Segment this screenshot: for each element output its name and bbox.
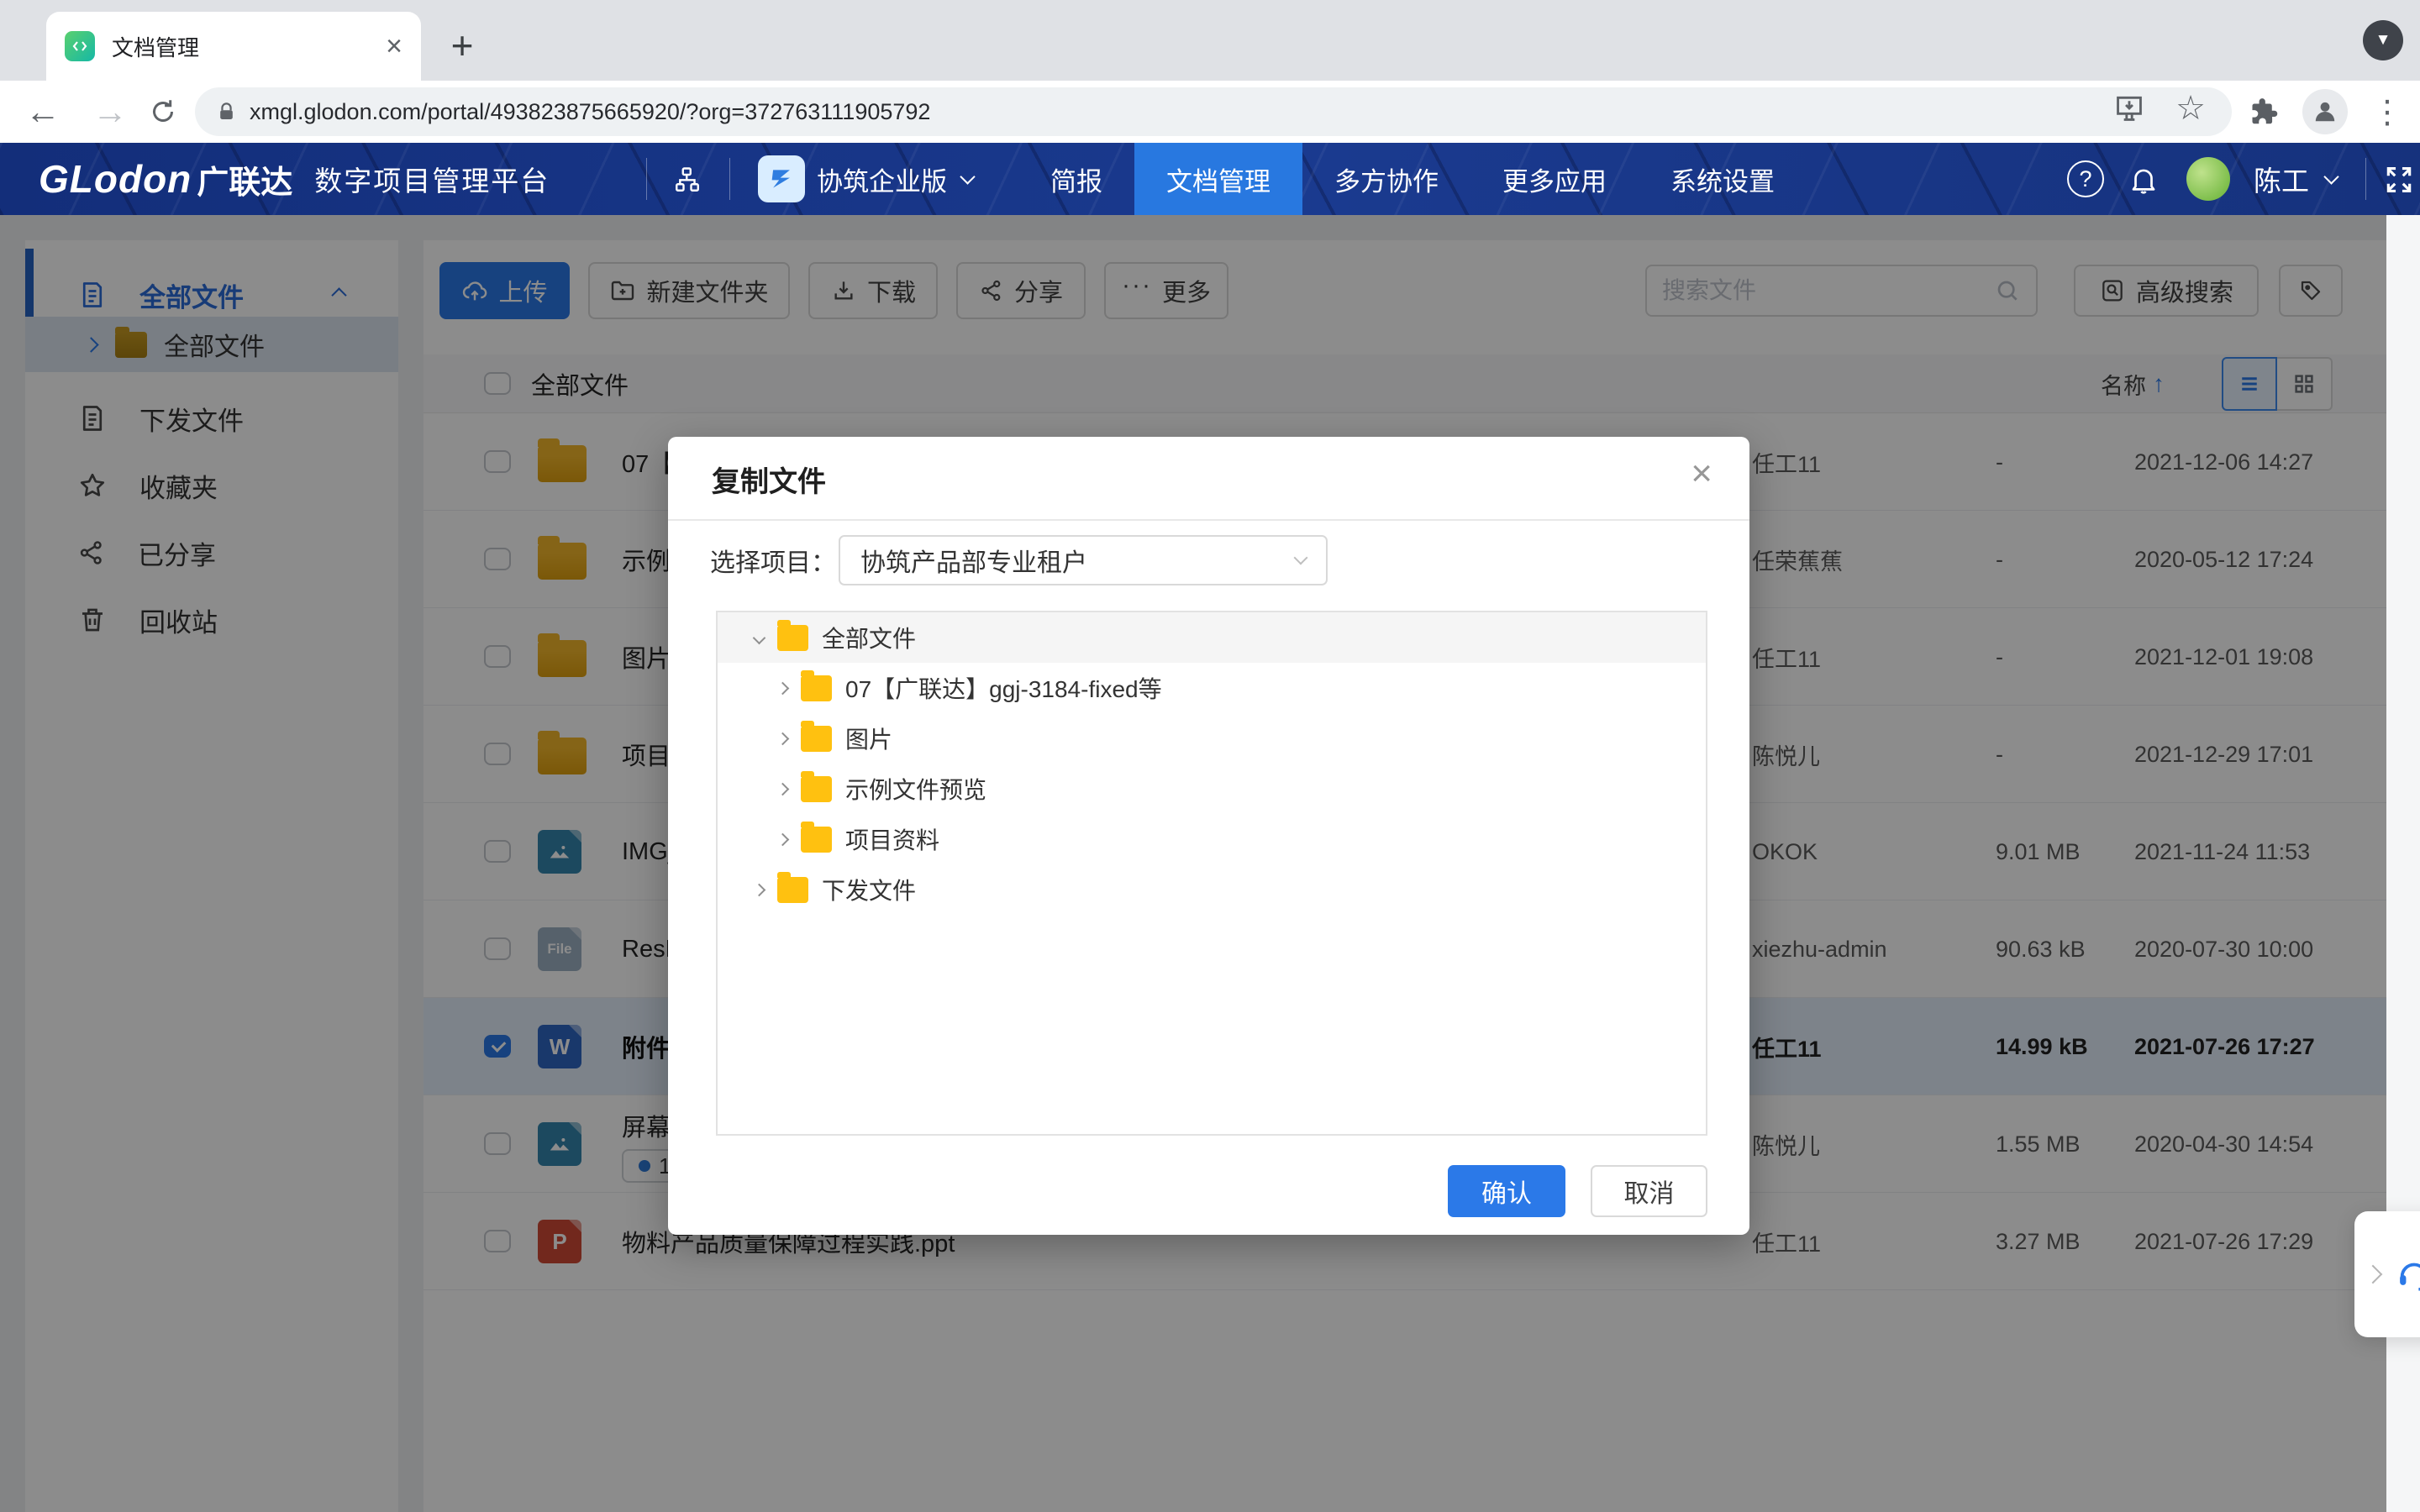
nav-tabs: 简报文档管理多方协作更多应用系统设置 (1018, 143, 1807, 215)
modal-tree-row[interactable]: 全部文件 (718, 612, 1706, 663)
caret-right-icon[interactable] (753, 883, 766, 896)
help-icon[interactable]: ? (2067, 160, 2104, 197)
tab-close-icon[interactable]: × (386, 32, 402, 60)
nav-tab-briefing[interactable]: 简报 (1018, 143, 1134, 215)
bookmark-star-icon[interactable]: ☆ (2175, 93, 2206, 123)
tree-node-label: 示例文件预览 (845, 772, 986, 806)
browser-address-bar: ← → xmgl.glodon.com/portal/4938238756659… (0, 81, 2420, 143)
url-text: xmgl.glodon.com/portal/493823875665920/?… (250, 99, 930, 125)
chevron-right-icon[interactable] (2364, 1265, 2383, 1284)
chevron-down-icon (2323, 169, 2338, 184)
destination-folder-tree: 全部文件 07【广联达】ggj-3184-fixed等图片示例文件预览项目资料下发… (716, 611, 1707, 1136)
workspace-selector[interactable]: 协筑企业版 (817, 143, 973, 215)
modal-close-icon[interactable]: × (1691, 455, 1712, 492)
tab-title: 文档管理 (112, 31, 386, 62)
fullscreen-expand-icon[interactable] (2383, 164, 2415, 196)
folder-icon (801, 827, 832, 853)
cancel-button[interactable]: 取消 (1591, 1165, 1707, 1217)
back-button-icon[interactable]: ← (25, 92, 60, 132)
tab-search-button[interactable]: ▼ (2363, 20, 2403, 60)
modal-tree-row[interactable]: 示例文件预览 (718, 764, 1706, 814)
lock-icon (215, 101, 238, 123)
customer-service-headset-icon[interactable] (2395, 1255, 2420, 1294)
caret-right-icon[interactable] (776, 732, 790, 745)
copy-file-modal: 复制文件 × 选择项目： 协筑产品部专业租户 全部文件 07【广联达】ggj-31… (668, 437, 1749, 1235)
screen: 文档管理 × + ▼ ← → xmgl.glodon.com/portal/49… (0, 0, 2420, 1512)
site-favicon-icon (65, 31, 95, 61)
logo-text: GLodon (39, 156, 192, 202)
divider (2365, 158, 2366, 200)
notifications-bell-icon[interactable] (2128, 164, 2160, 196)
extensions-puzzle-icon[interactable] (2247, 96, 2279, 128)
tree-node-label: 下发文件 (822, 873, 916, 906)
user-avatar[interactable] (2186, 157, 2230, 201)
confirm-button[interactable]: 确认 (1448, 1165, 1565, 1217)
browser-menu-dots-icon[interactable]: ⋮ (2371, 93, 2403, 131)
tree-node-label: 07【广联达】ggj-3184-fixed等 (845, 671, 1162, 705)
folder-icon (777, 877, 808, 903)
user-menu[interactable]: 陈工 (2254, 143, 2337, 215)
chevron-down-icon (1294, 551, 1308, 565)
modal-tree-row[interactable]: 项目资料 (718, 814, 1706, 864)
modal-title: 复制文件 (712, 437, 826, 521)
nav-tab-system-settings[interactable]: 系统设置 (1639, 143, 1807, 215)
app-navbar: GLodon 广联达 数字项目管理平台 协筑企业版 简报文档管理多方协作更多应用… (0, 143, 2420, 215)
logo-cn-text: 广联达 (197, 156, 292, 202)
support-float-panel[interactable] (2354, 1211, 2420, 1337)
folder-icon (801, 776, 832, 802)
app-logo: GLodon 广联达 数字项目管理平台 (39, 143, 550, 215)
org-structure-icon[interactable] (672, 165, 702, 195)
project-select[interactable]: 协筑产品部专业租户 (839, 535, 1328, 585)
workspace-app-icon[interactable] (758, 155, 805, 202)
caret-down-icon[interactable] (753, 631, 766, 644)
nav-tab-more-apps[interactable]: 更多应用 (1470, 143, 1639, 215)
new-tab-button[interactable]: + (439, 22, 486, 69)
workspace-label: 协筑企业版 (817, 160, 947, 198)
modal-tree-row[interactable]: 下发文件 (718, 864, 1706, 915)
project-select-value: 协筑产品部专业租户 (860, 542, 1087, 579)
nav-tab-multi-party-collaboration[interactable]: 多方协作 (1302, 143, 1470, 215)
forward-button-icon: → (92, 92, 128, 132)
browser-tab-strip: 文档管理 × + ▼ (0, 0, 2420, 81)
nav-tab-document-management[interactable]: 文档管理 (1134, 143, 1302, 215)
chevron-down-icon (960, 169, 975, 184)
tree-node-label: 图片 (845, 722, 892, 755)
url-bar[interactable]: xmgl.glodon.com/portal/493823875665920/?… (195, 87, 2232, 136)
modal-tree-row[interactable]: 图片 (718, 713, 1706, 764)
folder-icon (801, 675, 832, 701)
reload-button-icon[interactable] (148, 97, 178, 127)
modal-tree-row[interactable]: 07【广联达】ggj-3184-fixed等 (718, 663, 1706, 713)
user-name: 陈工 (2254, 159, 2309, 199)
caret-right-icon[interactable] (776, 782, 790, 795)
tree-node-label: 项目资料 (845, 822, 939, 856)
divider (646, 158, 647, 200)
caret-right-icon[interactable] (776, 832, 790, 846)
project-select-label: 选择项目： (710, 535, 836, 585)
browser-profile-avatar[interactable] (2302, 89, 2348, 134)
install-app-icon[interactable] (2113, 92, 2145, 124)
divider (729, 158, 730, 200)
modal-header: 复制文件 × (668, 437, 1749, 521)
browser-tab[interactable]: 文档管理 × (46, 12, 421, 81)
folder-icon (801, 726, 832, 752)
folder-icon (777, 625, 808, 651)
tree-node-label: 全部文件 (822, 621, 916, 654)
caret-right-icon[interactable] (776, 681, 790, 695)
platform-title: 数字项目管理平台 (314, 159, 550, 199)
